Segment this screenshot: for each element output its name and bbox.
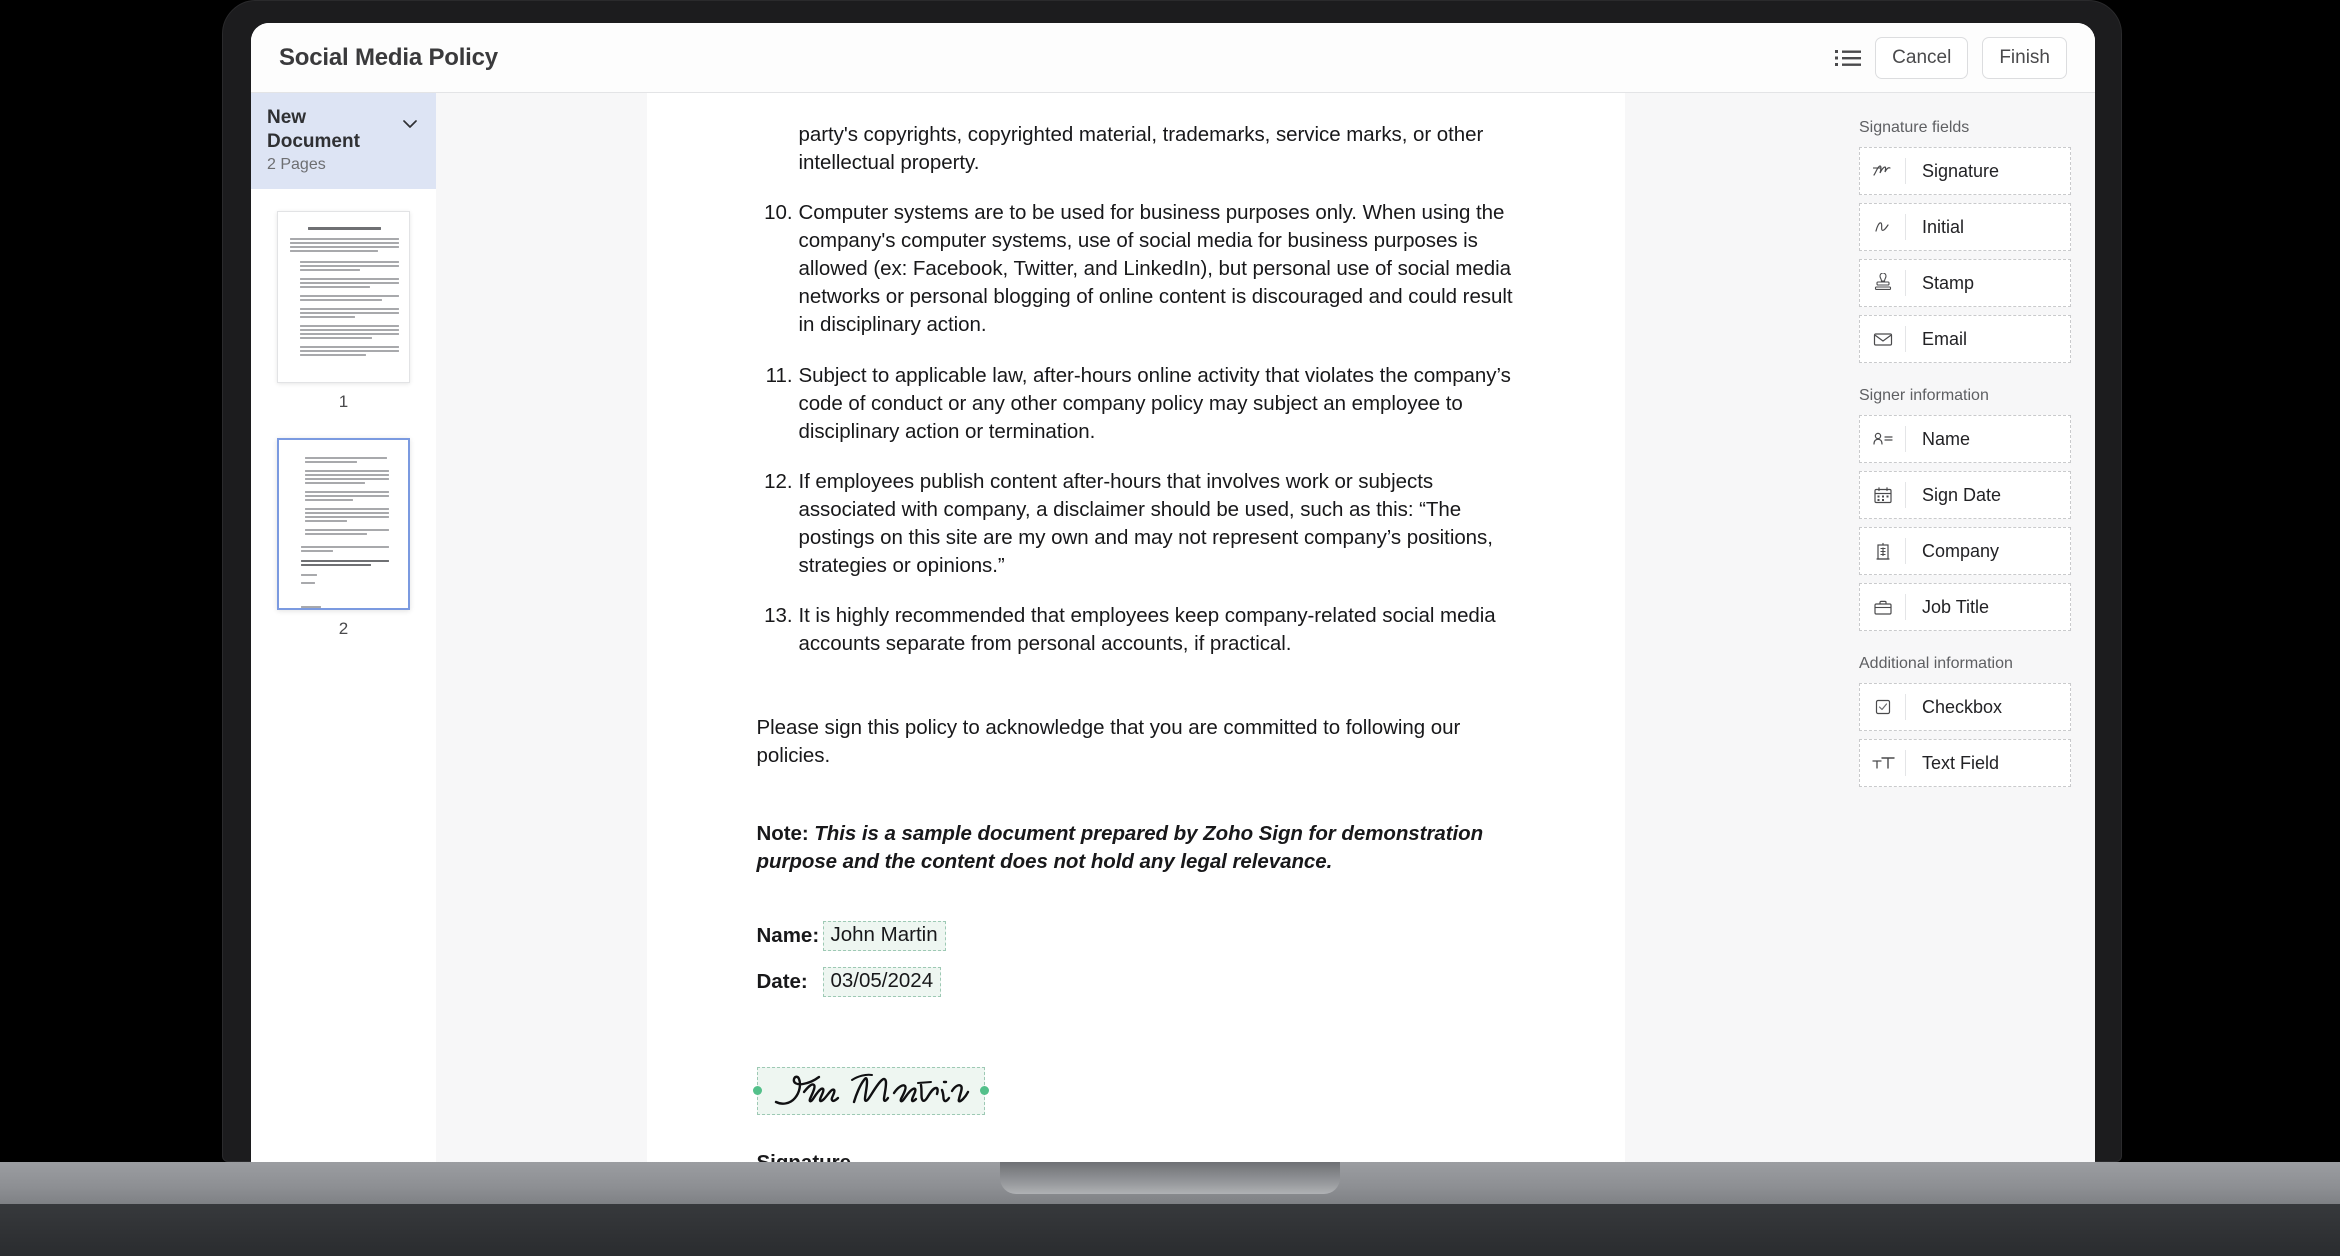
fields-pane: Signature fields Signature Initial Stamp…: [1835, 93, 2095, 1163]
zoho-sign-app: Social Media Policy Cancel Finish New Do…: [251, 23, 2095, 1163]
list-item-text: Computer systems are to be used for busi…: [798, 201, 1513, 337]
field-label: Sign Date: [1922, 484, 2002, 505]
person-lines-icon: [1860, 426, 1906, 452]
laptop-base-notch: [1000, 1162, 1340, 1194]
list-item-number: 13.: [764, 604, 793, 628]
field-item-text-field[interactable]: Text Field: [1859, 739, 2071, 787]
field-label: Checkbox: [1922, 696, 2003, 717]
app-header: Social Media Policy Cancel Finish: [251, 23, 2095, 93]
list-icon-glyph: [1835, 49, 1862, 66]
thumbnail-list: 1 2: [251, 189, 436, 1164]
group-title-additional-information: Additional information: [1859, 655, 2013, 672]
field-label: Signature: [1922, 160, 2000, 181]
date-label: Date:: [756, 969, 808, 993]
list-icon[interactable]: [1835, 48, 1862, 68]
thumbnail-label: 2: [338, 618, 349, 638]
field-item-job-title[interactable]: Job Title: [1859, 583, 2071, 631]
list-item: 12. If employees publish content after-h…: [757, 468, 1515, 580]
group-title-signer-information: Signer information: [1859, 387, 1989, 404]
closing-paragraph: Please sign this policy to acknowledge t…: [756, 716, 1461, 768]
signature-area: Signature: [752, 1066, 1515, 1163]
chevron-down-icon[interactable]: [400, 114, 420, 134]
list-item: 11. Subject to applicable law, after-hou…: [757, 362, 1515, 446]
name-field-value[interactable]: John Martin: [822, 920, 946, 951]
initial-icon: [1860, 214, 1906, 240]
thumbnail-item-2[interactable]: 2: [251, 437, 436, 639]
field-item-initial[interactable]: Initial: [1859, 203, 2071, 251]
field-label: Job Title: [1922, 596, 1990, 617]
signature-icon: [1860, 158, 1906, 184]
list-item-text: It is highly recommended that employees …: [798, 604, 1496, 656]
field-label: Initial: [1922, 216, 1965, 237]
document-selector[interactable]: New Document 2 Pages: [251, 93, 436, 189]
field-item-stamp[interactable]: Stamp: [1859, 259, 2071, 307]
cancel-button[interactable]: Cancel: [1875, 36, 1969, 79]
name-row: Name: John Martin: [756, 920, 1515, 951]
field-label: Name: [1922, 428, 1971, 449]
note-prefix: Note:: [756, 822, 809, 846]
list-item-number: 10.: [764, 201, 793, 225]
page-thumbnail[interactable]: [277, 210, 410, 383]
group-additional-information: Checkbox Text Field: [1859, 683, 2071, 787]
note-body: This is a sample document prepared by Zo…: [756, 822, 1484, 874]
checkbox-icon: [1860, 694, 1906, 720]
resize-handle-right[interactable]: [979, 1086, 989, 1096]
page-count-label: 2 Pages: [267, 155, 326, 173]
building-icon: [1860, 538, 1906, 564]
signature-ink: [774, 1073, 969, 1105]
field-label: Company: [1922, 540, 2000, 561]
laptop-frame: Social Media Policy Cancel Finish New Do…: [222, 0, 2122, 1163]
stamp-icon: [1860, 270, 1906, 296]
finish-button[interactable]: Finish: [1982, 36, 2067, 79]
name-label: Name:: [756, 923, 820, 947]
field-item-signature[interactable]: Signature: [1859, 147, 2071, 195]
list-item-number: 11.: [765, 363, 793, 387]
policy-list: 10. Computer systems are to be used for …: [757, 199, 1515, 658]
document-selector-text: New Document 2 Pages: [267, 106, 400, 174]
date-field-value[interactable]: 03/05/2024: [822, 966, 942, 997]
thumbnail-item-1[interactable]: 1: [251, 210, 436, 412]
field-item-email[interactable]: Email: [1859, 315, 2071, 363]
list-item: 10. Computer systems are to be used for …: [757, 199, 1515, 339]
field-label: Stamp: [1922, 272, 1975, 293]
app-body: New Document 2 Pages 1 2 party's copyrig…: [251, 93, 2095, 1163]
document-page: party's copyrights, copyrighted material…: [646, 93, 1625, 1163]
signature-field[interactable]: [752, 1066, 989, 1115]
list-item-text: If employees publish content after-hours…: [798, 469, 1493, 578]
group-title-signature-fields: Signature fields: [1859, 119, 1970, 136]
list-item-number: 12.: [764, 469, 793, 493]
page-title: Social Media Policy: [279, 43, 498, 71]
document-name: New Document: [267, 107, 360, 152]
field-label: Email: [1922, 328, 1968, 349]
laptop-screen: Social Media Policy Cancel Finish New Do…: [251, 23, 2095, 1163]
briefcase-icon: [1860, 594, 1906, 620]
field-item-checkbox[interactable]: Checkbox: [1859, 683, 2071, 731]
thumbnails-pane: New Document 2 Pages 1 2: [251, 93, 436, 1163]
group-signer-information: Name Sign Date Company Job Title: [1859, 415, 2071, 631]
thumbnail-label: 1: [338, 391, 349, 411]
document-viewer[interactable]: party's copyrights, copyrighted material…: [436, 93, 1835, 1163]
envelope-icon: [1860, 326, 1906, 352]
field-item-name[interactable]: Name: [1859, 415, 2071, 463]
list-item: 13. It is highly recommended that employ…: [757, 602, 1515, 658]
resize-handle-left[interactable]: [752, 1086, 762, 1096]
calendar-icon: [1860, 482, 1906, 508]
continued-paragraph: party's copyrights, copyrighted material…: [798, 123, 1484, 175]
list-item-text: Subject to applicable law, after-hours o…: [798, 363, 1511, 443]
field-item-company[interactable]: Company: [1859, 527, 2071, 575]
page-thumbnail-selected[interactable]: [277, 437, 410, 610]
text-field-icon: [1860, 750, 1906, 776]
date-row: Date: 03/05/2024: [756, 966, 1515, 997]
field-item-sign-date[interactable]: Sign Date: [1859, 471, 2071, 519]
laptop-foot: [0, 1204, 2340, 1256]
header-actions: Cancel Finish: [1835, 36, 2067, 79]
note-block: Note: This is a sample document prepared…: [757, 820, 1515, 876]
field-label: Text Field: [1922, 752, 2000, 773]
group-signature-fields: Signature Initial Stamp Email: [1859, 147, 2071, 363]
